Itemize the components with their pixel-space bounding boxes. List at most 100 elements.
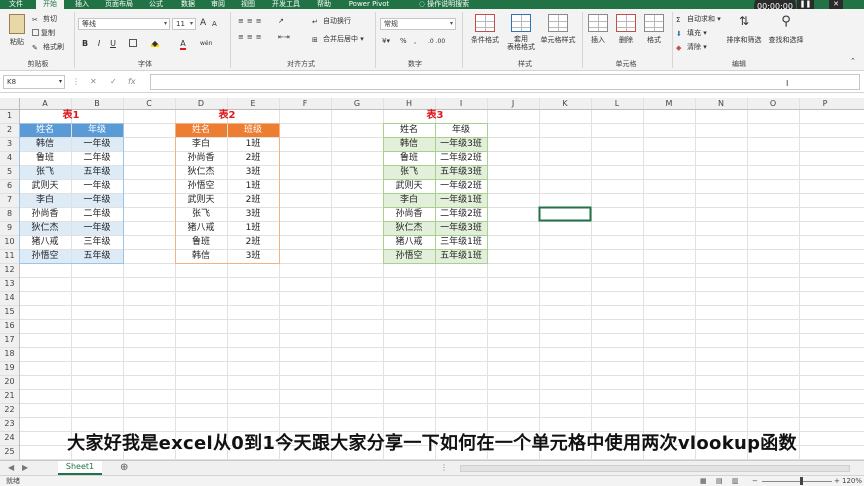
table1-cell[interactable]: 武则天 <box>19 179 71 193</box>
copy-button[interactable]: 复制 <box>32 29 55 38</box>
column-header-B[interactable]: B <box>71 98 123 109</box>
comma-style-button[interactable]: , <box>414 37 416 46</box>
currency-button[interactable]: ¥▾ <box>382 37 390 46</box>
indent-buttons[interactable]: ⇤⇥ <box>278 33 290 42</box>
table3-cell[interactable]: 孙尚香 <box>383 207 435 221</box>
collapse-ribbon-button[interactable]: ⌃ <box>850 57 856 66</box>
row-header-22[interactable]: 22 <box>0 403 19 417</box>
tab-page-layout[interactable]: 页面布局 <box>100 0 138 9</box>
tab-power-pivot[interactable]: Power Pivot <box>344 0 394 9</box>
row-header-4[interactable]: 4 <box>0 151 19 165</box>
align-top-buttons[interactable]: ≡≡≡ <box>238 17 265 26</box>
next-sheet-icon[interactable]: ▶ <box>22 461 28 475</box>
row-header-21[interactable]: 21 <box>0 389 19 403</box>
table3-cell[interactable]: 孙悟空 <box>383 249 435 263</box>
sheet-tab-sheet1[interactable]: Sheet1 <box>58 461 102 475</box>
table1-cell[interactable]: 李白 <box>19 193 71 207</box>
grow-font-button[interactable]: A <box>200 19 206 28</box>
cut-button[interactable]: ✂ 剪切 <box>32 15 57 24</box>
number-format-select[interactable]: 常规 ▾ <box>380 18 456 30</box>
column-header-D[interactable]: D <box>175 98 227 109</box>
row-header-1[interactable]: 1 <box>0 109 19 123</box>
row-header-11[interactable]: 11 <box>0 249 19 263</box>
table2-cell[interactable]: 猪八戒 <box>175 221 227 235</box>
zoom-slider-thumb[interactable] <box>800 477 803 485</box>
row-header-7[interactable]: 7 <box>0 193 19 207</box>
column-header-M[interactable]: M <box>643 98 695 109</box>
table1-cell[interactable]: 一年级 <box>71 137 123 151</box>
font-size-select[interactable]: 11 ▾ <box>172 18 196 30</box>
table2-cell[interactable]: 狄仁杰 <box>175 165 227 179</box>
cancel-formula-button[interactable]: ✕ <box>90 75 97 89</box>
table2-cell[interactable]: 2班 <box>227 193 279 207</box>
spreadsheet-grid[interactable]: A B C D E F G H I J K L M N O P 1 2 3 4 5 6 7 8 9 10 11 12 13 14 15 16 1… <box>0 98 864 460</box>
table1-cell[interactable]: 一年级 <box>71 193 123 207</box>
table3-cell[interactable]: 一年级2班 <box>435 179 487 193</box>
tab-data[interactable]: 数据 <box>176 0 200 9</box>
table2-header-2[interactable]: 班级 <box>227 123 279 137</box>
row-header-10[interactable]: 10 <box>0 235 19 249</box>
row-header-5[interactable]: 5 <box>0 165 19 179</box>
tab-formulas[interactable]: 公式 <box>144 0 168 9</box>
table2-cell[interactable]: 3班 <box>227 165 279 179</box>
table1-cell[interactable]: 二年级 <box>71 151 123 165</box>
row-header-12[interactable]: 12 <box>0 263 19 277</box>
underline-button[interactable]: U <box>108 39 118 49</box>
table2-header-1[interactable]: 姓名 <box>175 123 227 137</box>
format-painter-button[interactable]: ✎ 格式刷 <box>32 43 64 52</box>
tab-home[interactable]: 开始 <box>36 0 64 9</box>
table3-cell[interactable]: 二年级2班 <box>435 207 487 221</box>
bold-button[interactable]: B <box>80 39 90 49</box>
row-header-19[interactable]: 19 <box>0 361 19 375</box>
column-header-L[interactable]: L <box>591 98 643 109</box>
table3-cell[interactable]: 李白 <box>383 193 435 207</box>
row-header-16[interactable]: 16 <box>0 319 19 333</box>
table1-cell[interactable]: 一年级 <box>71 221 123 235</box>
table1-cell[interactable]: 张飞 <box>19 165 71 179</box>
table1-cell[interactable]: 一年级 <box>71 179 123 193</box>
table3-title[interactable]: 表3 <box>383 109 487 123</box>
table1-cell[interactable]: 孙尚香 <box>19 207 71 221</box>
phonetic-button[interactable]: wén <box>200 39 212 49</box>
table2-cell[interactable]: 1班 <box>227 137 279 151</box>
tab-file[interactable]: 文件 <box>4 0 28 9</box>
table2-cell[interactable]: 1班 <box>227 221 279 235</box>
table1-cell[interactable]: 五年级 <box>71 249 123 263</box>
table1-cell[interactable]: 孙悟空 <box>19 249 71 263</box>
pause-recording-button[interactable]: ❚❚ <box>797 0 814 9</box>
format-cells-button[interactable]: 格式 <box>640 12 668 58</box>
table2-cell[interactable]: 韩信 <box>175 249 227 263</box>
autosum-button[interactable]: Σ 自动求和 ▾ <box>676 15 721 24</box>
table1-cell[interactable]: 五年级 <box>71 165 123 179</box>
name-box[interactable]: K8 ▾ <box>3 75 65 89</box>
row-header-6[interactable]: 6 <box>0 179 19 193</box>
fill-color-button[interactable]: ◆ <box>150 39 160 49</box>
tab-view[interactable]: 视图 <box>236 0 260 9</box>
percent-button[interactable]: % <box>400 37 407 46</box>
row-header-15[interactable]: 15 <box>0 305 19 319</box>
decimal-buttons[interactable]: .0 .00 <box>428 37 445 46</box>
prev-sheet-icon[interactable]: ◀ <box>8 461 14 475</box>
table2-cell[interactable]: 1班 <box>227 179 279 193</box>
table2-cell[interactable]: 李白 <box>175 137 227 151</box>
tab-help[interactable]: 帮助 <box>312 0 336 9</box>
table3-cell[interactable]: 五年级1班 <box>435 249 487 263</box>
italic-button[interactable]: I <box>94 39 104 49</box>
sort-filter-button[interactable]: ⇅ 排序和筛选 <box>724 12 764 58</box>
delete-cells-button[interactable]: 删除 <box>612 12 640 58</box>
column-header-O[interactable]: O <box>747 98 799 109</box>
column-header-E[interactable]: E <box>227 98 279 109</box>
insert-cells-button[interactable]: 插入 <box>584 12 612 58</box>
column-header-F[interactable]: F <box>279 98 331 109</box>
table1-header-2[interactable]: 年级 <box>71 123 123 137</box>
column-header-C[interactable]: C <box>123 98 175 109</box>
table1-cell[interactable]: 二年级 <box>71 207 123 221</box>
table2-cell[interactable]: 2班 <box>227 151 279 165</box>
align-horizontal-buttons[interactable]: ≡≡≡ <box>238 33 265 42</box>
wrap-text-button[interactable]: ↵ 自动换行 <box>312 17 351 26</box>
merge-center-button[interactable]: ⊞ 合并后居中 ▾ <box>312 35 364 44</box>
table3-cell[interactable]: 一年级3班 <box>435 221 487 235</box>
table2-cell[interactable]: 张飞 <box>175 207 227 221</box>
column-header-G[interactable]: G <box>331 98 383 109</box>
format-as-table-button[interactable]: 套用 表格格式 <box>504 12 538 58</box>
